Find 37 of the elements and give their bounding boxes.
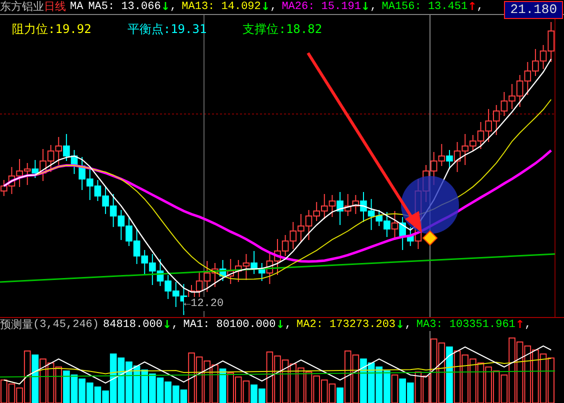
price-tag: 21.180 (504, 1, 563, 19)
indicator-value: MA13: 14.092 (182, 0, 261, 14)
highlight-circle (401, 176, 459, 234)
indicator-value: MA156: 13.451 (382, 0, 468, 14)
price-level-label: 平衡点:19.31 (127, 22, 207, 36)
trend-arrow: ↓ (396, 318, 405, 332)
indicator-name: MA (70, 0, 84, 14)
indicator-value: MA1: 80100.000 (183, 318, 276, 332)
separator: , (524, 318, 532, 332)
price-level-label: 阻力位:19.92 (12, 22, 92, 36)
trend-arrow: ↓ (162, 318, 172, 332)
separator: , (170, 0, 177, 14)
trend-arrow: ↓ (276, 318, 285, 332)
price-level-label: 支撑位:18.82 (242, 22, 322, 36)
separator: , (404, 318, 412, 332)
trend-arrow: ↓ (260, 0, 270, 14)
trend-arrow: ↓ (360, 0, 370, 14)
stock-name: 东方铝业 (0, 0, 44, 14)
separator: , (270, 0, 277, 14)
volume-params: (3,45,246) (33, 318, 100, 332)
separator: , (284, 318, 292, 332)
low-price-arrow: ← (184, 297, 191, 311)
trend-arrow: ↑ (468, 0, 477, 14)
trend-arrow: ↓ (160, 0, 170, 14)
indicator-value: MA5: 13.066 (88, 0, 161, 14)
diamond-marker (422, 230, 438, 246)
trend-arrow: ↑ (515, 318, 525, 332)
indicator-value: 84818.000 (103, 318, 162, 332)
low-price-label: 12.20 (190, 297, 224, 311)
separator: , (370, 0, 377, 14)
indicator-value: MA3: 103351.961 (416, 318, 516, 332)
volume-title: 预测量 (0, 318, 33, 332)
separator: , (172, 318, 178, 332)
separator: , (476, 0, 484, 14)
indicator-value: MA2: 173273.203 (296, 318, 396, 332)
period-label: 日线 (44, 0, 66, 14)
indicator-value: MA26: 15.191 (282, 0, 361, 14)
